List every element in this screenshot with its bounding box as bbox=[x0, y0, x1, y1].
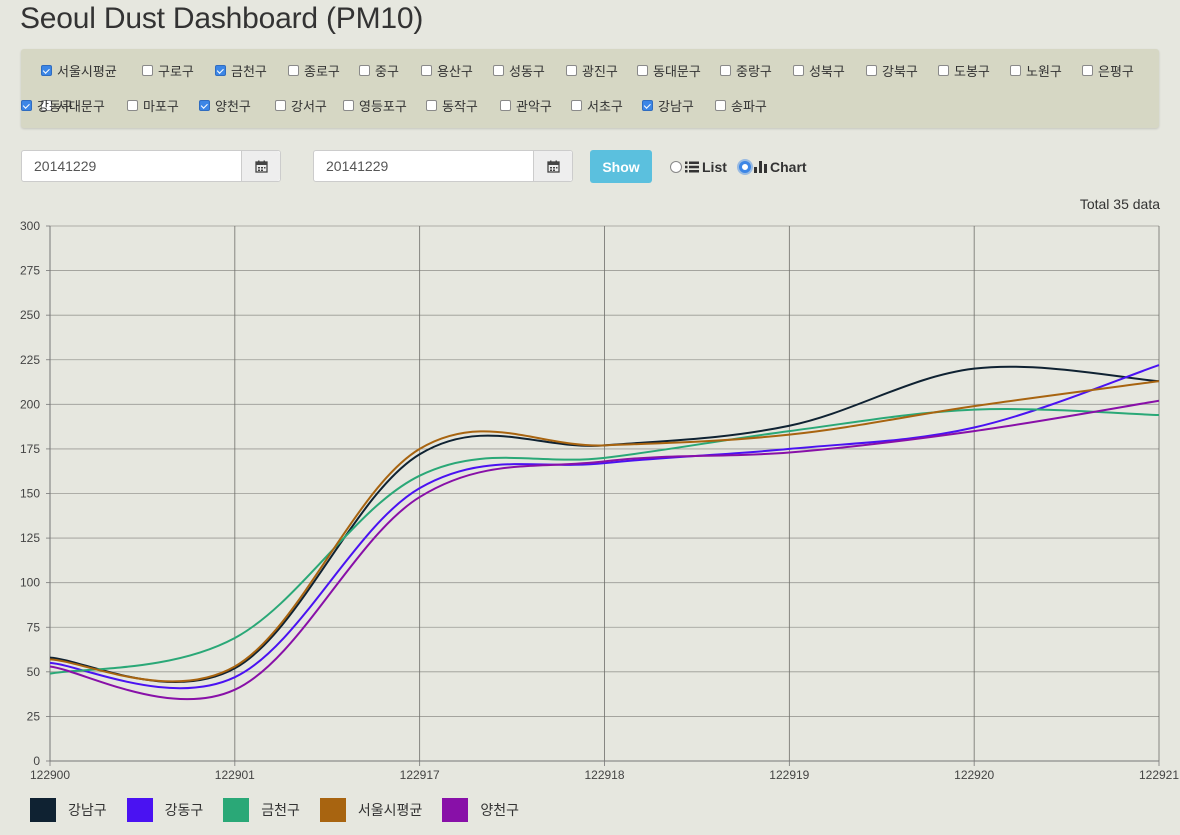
legend-label: 강동구 bbox=[164, 802, 204, 818]
legend-item: 강남구 bbox=[30, 798, 107, 822]
y-tick-label: 100 bbox=[20, 576, 40, 590]
y-tick-label: 300 bbox=[20, 219, 40, 233]
y-tick-label: 175 bbox=[20, 442, 40, 456]
x-tick-label: 122900 bbox=[30, 768, 70, 782]
legend-item: 강동구 bbox=[126, 798, 204, 822]
x-tick-label: 122901 bbox=[215, 768, 255, 782]
y-tick-label: 150 bbox=[20, 487, 40, 501]
legend-swatch bbox=[223, 798, 250, 822]
line-chart: 0 25 50 75 100 125 150 175 200 225 250 275 300 122900… bbox=[20, 219, 1179, 782]
x-tick-label: 122917 bbox=[400, 768, 440, 782]
legend-label: 양천구 bbox=[480, 802, 519, 818]
y-tick-label: 25 bbox=[27, 709, 41, 723]
x-tick-label: 122918 bbox=[584, 768, 624, 782]
legend-item: 서울시평균 bbox=[319, 798, 423, 822]
legend-swatch bbox=[319, 798, 346, 822]
y-tick-label: 225 bbox=[20, 353, 40, 367]
y-tick-label: 200 bbox=[20, 397, 40, 411]
legend-swatch bbox=[442, 798, 469, 822]
y-tick-label: 250 bbox=[20, 308, 40, 322]
y-tick-label: 50 bbox=[27, 665, 41, 679]
x-tick-label: 122920 bbox=[954, 768, 994, 782]
y-tick-label: 0 bbox=[33, 754, 40, 768]
y-tick-label: 75 bbox=[27, 620, 41, 634]
legend-label: 금천구 bbox=[261, 802, 300, 818]
x-tick-label: 122921 bbox=[1139, 768, 1179, 782]
chart-legend: 강남구 강동구 금천구 서울시평균 양천구 bbox=[30, 798, 539, 822]
y-tick-label: 125 bbox=[20, 531, 40, 545]
legend-swatch bbox=[30, 798, 56, 822]
legend-swatch bbox=[126, 798, 153, 822]
x-tick-label: 122919 bbox=[769, 768, 809, 782]
legend-item: 양천구 bbox=[442, 798, 519, 822]
legend-label: 서울시평균 bbox=[357, 802, 423, 818]
legend-item: 금천구 bbox=[223, 798, 300, 822]
legend-label: 강남구 bbox=[68, 802, 107, 818]
y-tick-label: 275 bbox=[20, 264, 40, 278]
